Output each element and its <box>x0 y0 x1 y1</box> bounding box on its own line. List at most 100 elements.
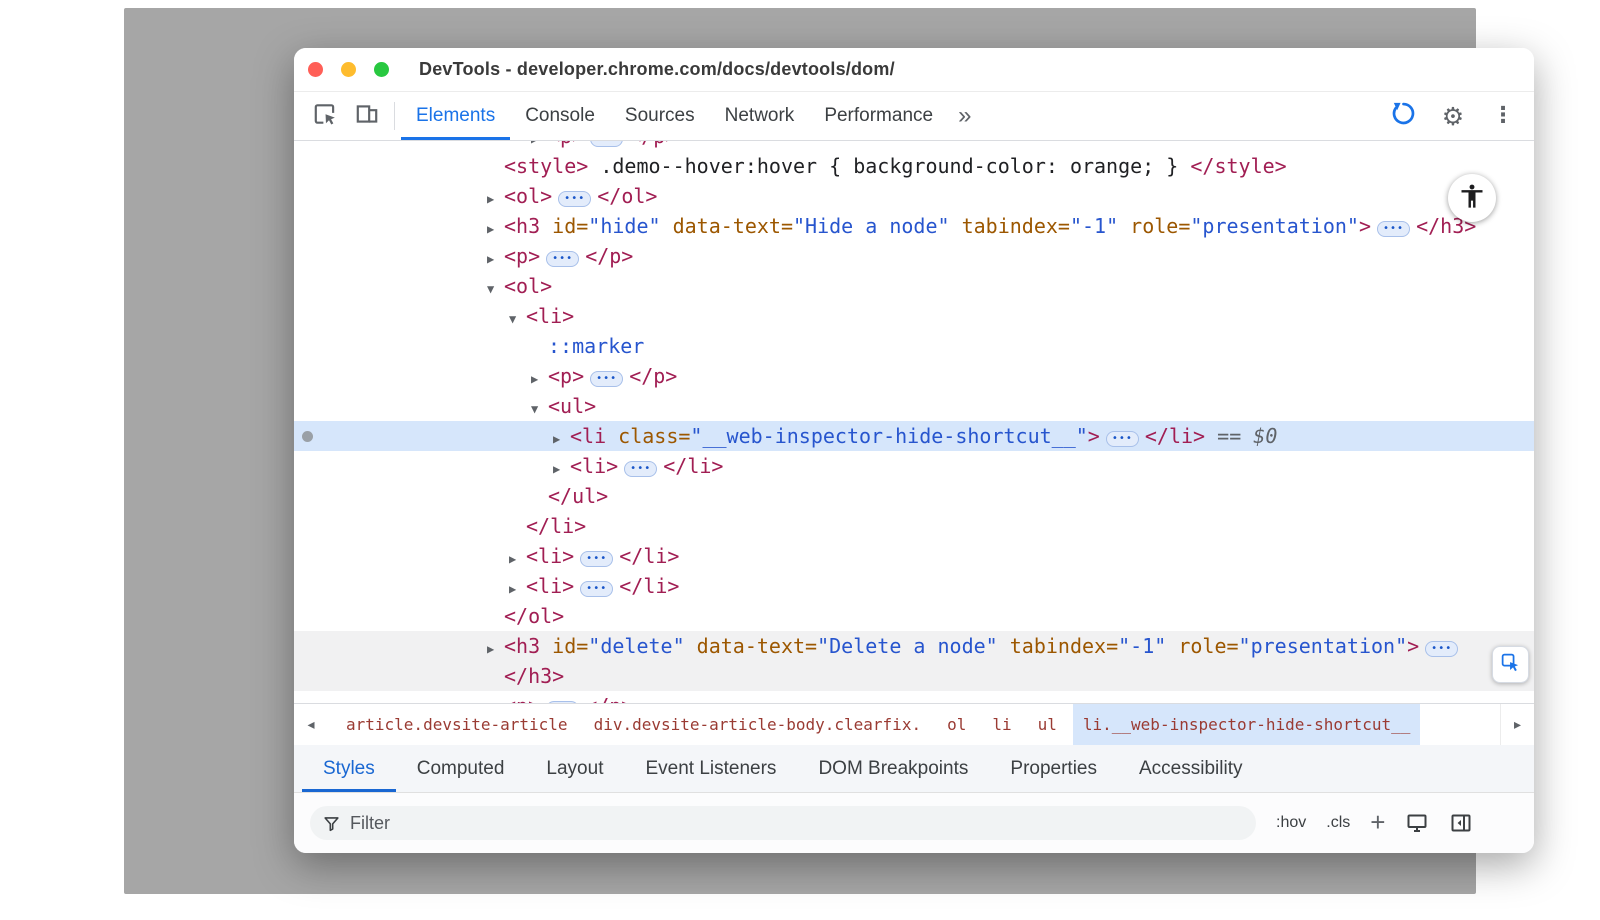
dom-tree-row[interactable]: ▶<p>•••</p> <box>294 241 1534 271</box>
code-segment: "-1" <box>1118 634 1166 658</box>
dom-tree-row[interactable]: ▶<ol>•••</ol> <box>294 181 1534 211</box>
dom-tree-row[interactable]: ▼<ul> <box>294 391 1534 421</box>
breadcrumb-item[interactable]: ol <box>937 704 976 745</box>
inline-expand-button[interactable]: ••• <box>1377 221 1410 237</box>
breadcrumb-item[interactable]: div.devsite-article-body.clearfix. <box>584 704 932 745</box>
code-segment: <li> <box>526 574 574 598</box>
styles-tab-styles[interactable]: Styles <box>302 745 396 792</box>
close-window-button[interactable] <box>308 62 323 77</box>
arrow-spacer <box>487 604 504 634</box>
main-menu-button[interactable]: ⋮ <box>1482 96 1524 136</box>
breadcrumb-item[interactable]: li <box>982 704 1021 745</box>
expand-arrow-icon[interactable]: ▶ <box>509 544 526 574</box>
expand-arrow-icon[interactable]: ▶ <box>509 574 526 604</box>
maximize-window-button[interactable] <box>374 62 389 77</box>
dom-tree-row[interactable]: ▶<p>•••</p> <box>294 361 1534 391</box>
gutter-marker-dot <box>302 431 313 442</box>
code-segment: class= <box>606 424 690 448</box>
accessibility-floating-button[interactable] <box>1448 174 1496 222</box>
tab-sources[interactable]: Sources <box>610 92 710 140</box>
dom-tree-row[interactable]: </h3> <box>294 661 1534 691</box>
styles-tabs: StylesComputedLayoutEvent ListenersDOM B… <box>294 745 1534 793</box>
breadcrumb-item[interactable]: article.devsite-article <box>336 704 578 745</box>
chevron-double-right-icon: » <box>958 102 971 130</box>
styles-tab-dom-breakpoints[interactable]: DOM Breakpoints <box>797 745 989 792</box>
inline-expand-button[interactable]: ••• <box>590 371 623 387</box>
minimize-window-button[interactable] <box>341 62 356 77</box>
dom-tree-row[interactable]: ▶<li>•••</li> <box>294 541 1534 571</box>
dom-tree-row[interactable]: </ul> <box>294 481 1534 511</box>
dom-tree-row[interactable]: ▼<li> <box>294 301 1534 331</box>
settings-button[interactable]: ⚙ <box>1432 96 1474 136</box>
inline-expand-button[interactable]: ••• <box>1106 431 1139 447</box>
reload-devtools-button[interactable] <box>1382 96 1424 136</box>
tab-performance[interactable]: Performance <box>809 92 948 140</box>
expand-arrow-icon[interactable]: ▶ <box>487 214 504 244</box>
dom-tree-row[interactable]: ::marker <box>294 331 1534 361</box>
breadcrumb-scroll-right-button[interactable]: ▸ <box>1500 704 1534 745</box>
expand-arrow-icon[interactable]: ▶ <box>531 364 548 394</box>
desktop-background: DevTools - developer.chrome.com/docs/dev… <box>124 8 1476 894</box>
code-segment: > <box>1359 214 1371 238</box>
expand-arrow-icon[interactable]: ▶ <box>487 694 504 703</box>
code-segment: > <box>1088 424 1100 448</box>
dom-tree-row-selected[interactable]: ▶<li class="__web-inspector-hide-shortcu… <box>294 421 1534 451</box>
expand-arrow-icon[interactable]: ▶ <box>487 244 504 274</box>
breadcrumb-item-selected[interactable]: li.__web-inspector-hide-shortcut__ <box>1073 704 1421 745</box>
dom-tree-row[interactable]: ▶<h3 id="delete" data-text="Delete a nod… <box>294 631 1534 661</box>
code-segment: <p> <box>548 141 584 148</box>
inline-expand-button[interactable]: ••• <box>558 191 591 207</box>
tab-console[interactable]: Console <box>510 92 610 140</box>
inline-expand-button[interactable]: ••• <box>580 551 613 567</box>
toggle-class-button[interactable]: .cls <box>1326 814 1350 832</box>
styles-tab-properties[interactable]: Properties <box>989 745 1118 792</box>
dom-tree-row[interactable]: ▶<h3 id="hide" data-text="Hide a node" t… <box>294 211 1534 241</box>
inline-expand-button[interactable]: ••• <box>1425 641 1458 657</box>
styles-tab-accessibility[interactable]: Accessibility <box>1118 745 1263 792</box>
tab-network[interactable]: Network <box>710 92 810 140</box>
inline-expand-button[interactable]: ••• <box>546 251 579 267</box>
toggle-sidebar-button[interactable] <box>1449 811 1473 835</box>
code-segment: "presentation" <box>1239 634 1408 658</box>
dom-tree-row[interactable]: </ol> <box>294 601 1534 631</box>
code-segment: data-text= <box>661 214 793 238</box>
dom-tree-row[interactable]: ▶<p>•••</p> <box>294 141 1534 151</box>
code-segment: </ol> <box>597 184 657 208</box>
code-segment: </style> <box>1190 154 1286 178</box>
inline-expand-button[interactable]: ••• <box>580 581 613 597</box>
dom-tree-row[interactable]: <style> .demo--hover:hover { background-… <box>294 151 1534 181</box>
code-segment: <p> <box>548 364 584 388</box>
dom-tree-row[interactable]: ▶<li>•••</li> <box>294 451 1534 481</box>
breadcrumb-item[interactable]: ul <box>1028 704 1067 745</box>
toggle-element-state-button[interactable]: :hov <box>1276 814 1306 832</box>
expand-arrow-icon[interactable]: ▼ <box>531 394 548 424</box>
styles-filter-input[interactable] <box>350 813 1244 834</box>
styles-tab-event-listeners[interactable]: Event Listeners <box>624 745 797 792</box>
breadcrumb-scroll-left-button[interactable]: ◂ <box>294 704 328 745</box>
styles-tab-layout[interactable]: Layout <box>525 745 624 792</box>
more-tabs-button[interactable]: » <box>948 92 981 140</box>
inspect-element-button[interactable] <box>304 96 346 136</box>
dom-tree-row[interactable]: ▶<p>•••</p> <box>294 691 1534 703</box>
code-segment: "hide" <box>588 214 660 238</box>
dom-tree-row[interactable]: ▶<li>•••</li> <box>294 571 1534 601</box>
dom-tree-row[interactable]: </li> <box>294 511 1534 541</box>
tab-elements[interactable]: Elements <box>401 92 510 140</box>
expand-arrow-icon[interactable]: ▼ <box>509 304 526 334</box>
inline-expand-button[interactable]: ••• <box>546 701 579 703</box>
expand-arrow-icon[interactable]: ▶ <box>553 454 570 484</box>
expand-arrow-icon[interactable]: ▼ <box>487 274 504 304</box>
code-segment: </ol> <box>504 604 564 628</box>
inline-expand-button[interactable]: ••• <box>590 141 623 147</box>
inspect-corner-badge[interactable] <box>1492 646 1529 683</box>
expand-arrow-icon[interactable]: ▶ <box>487 184 504 214</box>
dom-tree-row[interactable]: ▼<ol> <box>294 271 1534 301</box>
expand-arrow-icon[interactable]: ▶ <box>553 424 570 454</box>
expand-arrow-icon[interactable]: ▶ <box>487 634 504 664</box>
code-segment: <ul> <box>548 394 596 418</box>
toggle-device-toolbar-button[interactable] <box>346 96 388 136</box>
rendering-emulation-button[interactable] <box>1405 811 1429 835</box>
styles-tab-computed[interactable]: Computed <box>396 745 526 792</box>
new-style-rule-button[interactable]: + <box>1370 809 1385 835</box>
inline-expand-button[interactable]: ••• <box>624 461 657 477</box>
